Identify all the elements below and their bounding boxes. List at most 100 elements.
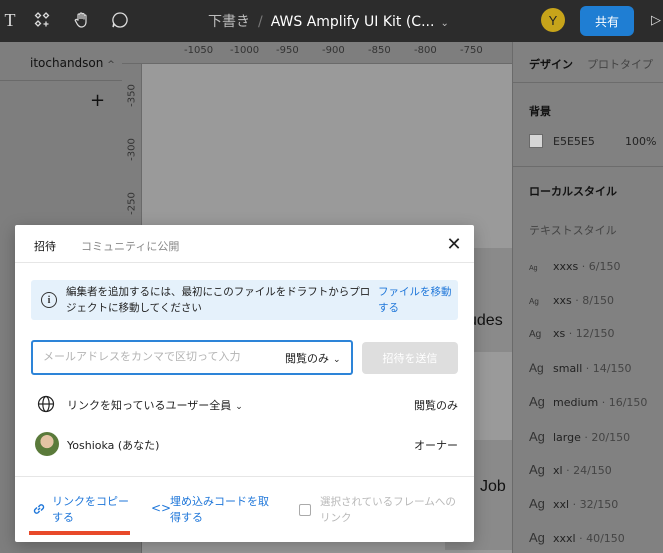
- selected-frame-checkbox[interactable]: [299, 504, 311, 516]
- chevron-down-icon: ⌄: [333, 355, 341, 365]
- embed-code-button[interactable]: 埋め込みコードを取得する: [170, 494, 275, 526]
- member-name: Yoshioka (あなた): [67, 439, 160, 452]
- text-style-item[interactable]: Ag medium · 16/150: [529, 391, 647, 410]
- text-style-size: · 40/150: [575, 532, 625, 545]
- copy-link-highlight-marker: [29, 531, 130, 535]
- text-style-size: · 20/150: [580, 431, 631, 444]
- user-avatar[interactable]: Y: [541, 8, 565, 32]
- ruler-tick: -250: [126, 192, 138, 215]
- copy-link-button[interactable]: リンクをコピーする: [52, 494, 132, 526]
- tab-prototype[interactable]: プロトタイプ: [587, 58, 653, 71]
- text-style-item[interactable]: Ag xs · 12/150: [529, 322, 614, 341]
- text-style-name: xxl: [553, 498, 570, 511]
- background-opacity-value[interactable]: 100%: [625, 135, 656, 148]
- present-play-icon[interactable]: ▷: [651, 13, 661, 28]
- text-style-item[interactable]: Ag xxs · 8/150: [529, 289, 614, 308]
- ruler-horizontal: -1050 -1000 -950 -900 -850 -800 -750: [122, 42, 512, 64]
- text-style-preview: Ag: [529, 429, 545, 444]
- text-style-preview: Ag: [529, 496, 545, 511]
- text-style-item[interactable]: Ag xl · 24/150: [529, 459, 612, 478]
- text-style-name: xxxs: [553, 260, 579, 273]
- text-styles-heading: テキストスタイル: [529, 224, 617, 237]
- text-style-size: · 12/150: [565, 327, 615, 340]
- text-style-name: medium: [553, 396, 599, 409]
- text-style-preview: Ag: [529, 530, 545, 545]
- panel-divider: [513, 166, 663, 167]
- text-style-name: small: [553, 362, 583, 375]
- chevron-down-icon[interactable]: ⌄: [440, 18, 448, 29]
- breadcrumb-filename[interactable]: AWS Amplify UI Kit (C...: [271, 14, 435, 30]
- properties-panel: デザイン プロトタイプ 背景 E5E5E5 100% ローカルスタイル テキストス…: [512, 42, 663, 553]
- text-style-item[interactable]: Ag large · 20/150: [529, 426, 630, 445]
- team-name: itochandson: [30, 56, 104, 70]
- link-access-label: リンクを知っているユーザー全員: [67, 399, 232, 412]
- close-icon[interactable]: ✕: [444, 234, 464, 255]
- panel-divider: [0, 80, 122, 81]
- team-selector[interactable]: itochandson ^: [30, 56, 115, 70]
- add-page-icon[interactable]: +: [90, 90, 105, 111]
- link-access-dropdown[interactable]: リンクを知っているユーザー全員 ⌄: [67, 397, 243, 413]
- text-style-item[interactable]: Ag xxxl · 40/150: [529, 527, 625, 546]
- code-icon[interactable]: <>: [151, 501, 171, 515]
- frame-text: Job: [480, 478, 506, 495]
- move-file-link[interactable]: ファイルを移動する: [378, 284, 454, 316]
- text-style-item[interactable]: Ag xxxs · 6/150: [529, 255, 620, 274]
- text-style-preview: Ag: [529, 265, 538, 272]
- text-style-size: · 6/150: [578, 260, 621, 273]
- comment-icon[interactable]: [110, 10, 130, 30]
- text-style-name: xxs: [553, 294, 572, 307]
- ruler-tick: -900: [322, 45, 345, 56]
- avatar: [35, 432, 59, 456]
- ruler-tick: -300: [126, 138, 138, 161]
- background-hex-value[interactable]: E5E5E5: [553, 135, 595, 148]
- chevron-down-icon: ⌄: [235, 402, 243, 412]
- member-row: Yoshioka (あなた) オーナー: [35, 432, 458, 456]
- background-heading: 背景: [529, 105, 551, 118]
- text-style-size: · 16/150: [598, 396, 648, 409]
- text-style-item[interactable]: Ag small · 14/150: [529, 357, 632, 376]
- info-message: 編集者を追加するには、最初にこのファイルをドラフトからプロジェクトに移動してくだ…: [66, 286, 371, 314]
- top-toolbar: T 下書き / AWS Amplify UI Kit (C... ⌄ Y 共有 ▷: [0, 0, 663, 42]
- link-icon[interactable]: [31, 501, 47, 521]
- email-input[interactable]: [43, 350, 268, 363]
- text-style-name: xl: [553, 464, 563, 477]
- globe-icon: [37, 395, 55, 417]
- text-style-item[interactable]: Ag xxl · 32/150: [529, 493, 618, 512]
- share-dialog: 招待 コミュニティに公開 ✕ i 編集者を追加するには、最初にこのファイルをドラ…: [15, 225, 474, 542]
- properties-tabs: デザイン プロトタイプ: [529, 56, 653, 72]
- text-style-preview: Ag: [529, 297, 539, 306]
- text-style-size: · 14/150: [582, 362, 632, 375]
- text-style-preview: Ag: [529, 462, 545, 477]
- tab-invite[interactable]: 招待: [34, 238, 56, 254]
- text-style-preview: Ag: [529, 329, 542, 340]
- dialog-divider: [15, 476, 474, 477]
- breadcrumb-draft[interactable]: 下書き: [208, 14, 250, 30]
- breadcrumb[interactable]: 下書き / AWS Amplify UI Kit (C... ⌄: [208, 11, 449, 31]
- share-button[interactable]: 共有: [580, 6, 634, 36]
- local-styles-heading: ローカルスタイル: [529, 185, 617, 198]
- ruler-tick: -800: [414, 45, 437, 56]
- text-style-name: xs: [553, 327, 566, 340]
- ruler-tick: -1000: [230, 45, 260, 56]
- send-invite-button[interactable]: 招待を送信: [362, 342, 458, 374]
- components-icon[interactable]: [32, 10, 52, 30]
- panel-divider: [513, 82, 663, 83]
- email-field[interactable]: 閲覧のみ ⌄: [31, 340, 353, 375]
- text-style-size: · 24/150: [562, 464, 612, 477]
- text-style-preview: Ag: [529, 394, 545, 409]
- background-color-swatch[interactable]: [529, 134, 543, 148]
- text-tool-icon[interactable]: T: [0, 10, 20, 30]
- link-access-row: リンクを知っているユーザー全員 ⌄ 閲覧のみ: [35, 392, 458, 416]
- permission-dropdown[interactable]: 閲覧のみ ⌄: [285, 350, 341, 366]
- text-style-size: · 8/150: [571, 294, 614, 307]
- permission-value: 閲覧のみ: [285, 352, 329, 365]
- ruler-tick: -1050: [184, 45, 214, 56]
- tab-publish-community[interactable]: コミュニティに公開: [81, 238, 179, 254]
- ruler-tick: -750: [460, 45, 483, 56]
- link-access-permission[interactable]: 閲覧のみ: [414, 397, 458, 413]
- hand-tool-icon[interactable]: [72, 10, 92, 30]
- dialog-divider: [15, 262, 474, 263]
- info-icon: i: [41, 292, 57, 308]
- tab-design[interactable]: デザイン: [529, 58, 573, 71]
- chevron-up-icon: ^: [107, 60, 115, 70]
